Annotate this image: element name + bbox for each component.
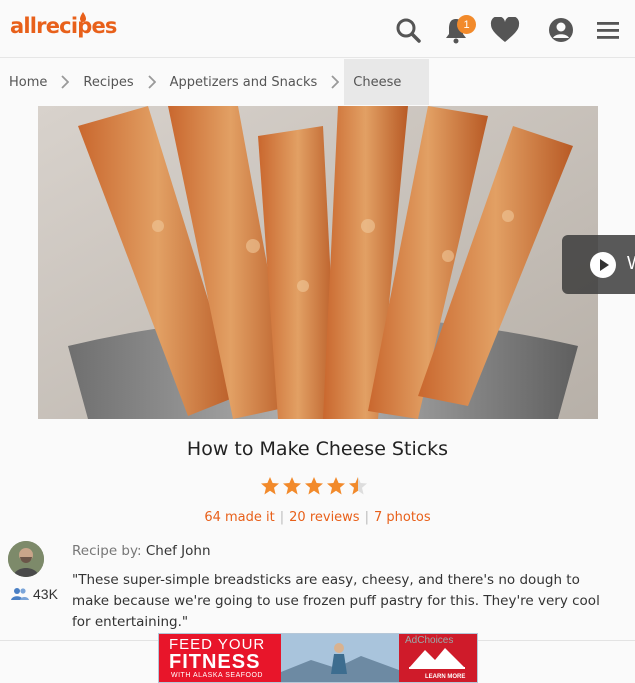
- recipe-byline: Recipe by: Chef John: [72, 543, 211, 559]
- alaska-seafood-logo: [409, 648, 465, 669]
- adchoices-link[interactable]: AdChoices: [405, 635, 453, 646]
- recipe-description: "These super-simple breadsticks are easy…: [72, 572, 600, 630]
- breadcrumb: Home Recipes Appetizers and Snacks Chees…: [0, 59, 635, 105]
- follower-count: 43K: [11, 586, 58, 602]
- ad-runner-photo: [281, 634, 399, 682]
- star-half-icon: [349, 477, 367, 495]
- rating-stars[interactable]: [260, 476, 368, 496]
- author-name-link[interactable]: Chef John: [146, 543, 211, 559]
- star-full-icon: [327, 477, 345, 495]
- author-avatar[interactable]: [8, 541, 44, 577]
- recipe-title: How to Make Cheese Sticks: [186, 438, 449, 460]
- photos-link[interactable]: 7 photos: [374, 510, 431, 525]
- reviews-link[interactable]: 20 reviews: [289, 510, 359, 525]
- follower-count-value: 43K: [33, 586, 58, 602]
- recipe-stats: 64 made it | 20 reviews | 7 photos: [204, 510, 431, 525]
- breadcrumb-home[interactable]: Home: [0, 59, 56, 105]
- search-icon[interactable]: [392, 14, 424, 46]
- breadcrumb-recipes[interactable]: Recipes: [74, 59, 142, 105]
- breadcrumb-appetizers[interactable]: Appetizers and Snacks: [161, 59, 327, 105]
- ad-learn-more[interactable]: LEARN MORE: [425, 674, 465, 680]
- allrecipes-logo[interactable]: allrecipes: [10, 14, 117, 38]
- heart-icon[interactable]: [489, 14, 521, 46]
- breadcrumb-cheese[interactable]: Cheese: [344, 59, 430, 105]
- logo-drop-icon: [80, 12, 86, 22]
- menu-icon[interactable]: [592, 14, 624, 46]
- profile-icon[interactable]: [545, 14, 577, 46]
- watch-video-button[interactable]: W: [562, 235, 635, 294]
- recipe-photo[interactable]: [38, 106, 598, 419]
- notification-badge: 1: [457, 15, 476, 34]
- ad-line3: WITH ALASKA SEAFOOD: [171, 672, 263, 679]
- star-full-icon: [261, 477, 279, 495]
- video-button-label: W: [627, 253, 635, 274]
- advertisement-banner[interactable]: FEED YOUR FITNESS WITH ALASKA SEAFOOD Ad…: [158, 633, 478, 683]
- chevron-right-icon: [326, 59, 344, 105]
- recipe-by-label: Recipe by:: [72, 543, 142, 559]
- star-full-icon: [305, 477, 323, 495]
- site-header: allrecipes 1: [0, 0, 635, 58]
- star-full-icon: [283, 477, 301, 495]
- followers-icon: [11, 588, 29, 600]
- chevron-right-icon: [56, 59, 74, 105]
- ad-line2: FITNESS: [169, 651, 261, 673]
- made-it-link[interactable]: 64 made it: [204, 510, 274, 525]
- chevron-right-icon: [143, 59, 161, 105]
